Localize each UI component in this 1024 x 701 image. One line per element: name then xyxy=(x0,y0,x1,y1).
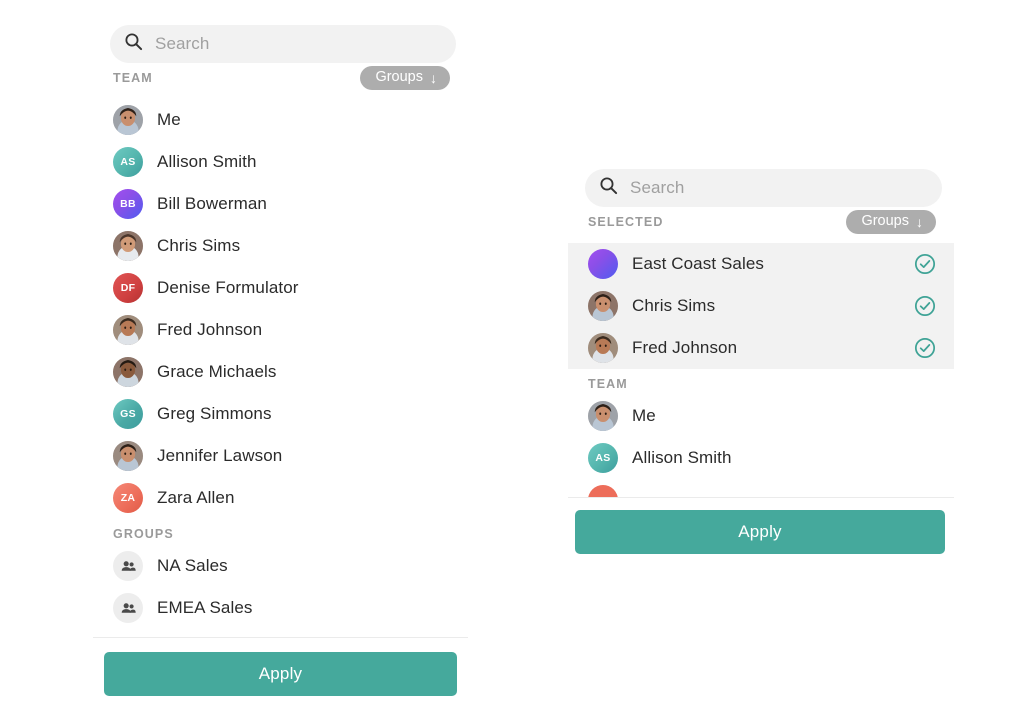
list-item[interactable] xyxy=(568,479,954,497)
groups-toggle-button-left[interactable]: Groups ↓ xyxy=(360,66,450,90)
team-member-list: Me AS Allison Smith BB Bill Bowerman Chris Si… xyxy=(93,99,468,519)
list-item[interactable]: BB Bill Bowerman xyxy=(93,183,468,225)
avatar xyxy=(113,357,143,387)
list-item[interactable]: ZA Zara Allen xyxy=(93,477,468,519)
search-placeholder-right: Search xyxy=(630,178,685,197)
list-item-label: East Coast Sales xyxy=(632,254,764,273)
team-list-right: Me AS Allison Smith xyxy=(568,395,954,497)
list-item[interactable]: AS Allison Smith xyxy=(93,141,468,183)
avatar xyxy=(113,105,143,135)
arrow-down-icon: ↓ xyxy=(430,69,437,86)
team-picker-panel: Search TEAM Groups ↓ Me AS Allison Smith BB… xyxy=(93,14,468,696)
avatar xyxy=(113,315,143,345)
list-item-label: Zara Allen xyxy=(157,488,235,507)
section-title-team: TEAM xyxy=(113,71,153,85)
avatar-initials: ZA xyxy=(113,483,143,513)
avatar xyxy=(113,441,143,471)
list-item[interactable]: East Coast Sales xyxy=(568,243,954,285)
list-item[interactable]: GS Greg Simmons xyxy=(93,393,468,435)
list-item[interactable]: NA Sales xyxy=(93,545,468,587)
list-item[interactable]: Fred Johnson xyxy=(93,309,468,351)
avatar-initials: BB xyxy=(113,189,143,219)
list-item-label: Grace Michaels xyxy=(157,362,277,381)
search-icon xyxy=(599,176,618,200)
avatar-initials: AS xyxy=(588,443,618,473)
list-item[interactable]: Fred Johnson xyxy=(568,327,954,369)
list-item-label: Chris Sims xyxy=(632,296,716,315)
list-item-label: EMEA Sales xyxy=(157,598,253,617)
people-icon xyxy=(113,593,143,623)
list-item-label: Jennifer Lawson xyxy=(157,446,283,465)
search-field-right[interactable]: Search xyxy=(585,169,942,207)
search-placeholder-left: Search xyxy=(155,34,210,53)
avatar xyxy=(113,231,143,261)
avatar xyxy=(588,333,618,363)
panel-footer-left: Apply xyxy=(93,637,468,696)
section-title-team-right: TEAM xyxy=(588,377,628,391)
list-item[interactable]: Jennifer Lawson xyxy=(93,435,468,477)
search-field-left[interactable]: Search xyxy=(110,25,456,63)
groups-list-section: GROUPS NA Sales EMEA Sales xyxy=(93,519,468,629)
list-item[interactable]: AS Allison Smith xyxy=(568,437,954,479)
selected-scroll-area[interactable]: East Coast Sales Chris Sims Fred Johnson T… xyxy=(568,243,954,497)
list-item-label: NA Sales xyxy=(157,556,228,575)
list-item[interactable]: Chris Sims xyxy=(568,285,954,327)
groups-toggle-button-right[interactable]: Groups ↓ xyxy=(846,210,936,234)
section-title-selected: SELECTED xyxy=(588,215,664,229)
avatar xyxy=(588,291,618,321)
list-item-label: Fred Johnson xyxy=(632,338,738,357)
avatar xyxy=(588,401,618,431)
list-item[interactable]: Me xyxy=(568,395,954,437)
check-circle-icon[interactable] xyxy=(914,253,936,275)
team-section-header: TEAM Groups ↓ xyxy=(93,63,468,93)
list-item-label: Me xyxy=(157,110,181,129)
list-item-label: Allison Smith xyxy=(157,152,257,171)
avatar-initials xyxy=(588,485,618,497)
list-item-label: Me xyxy=(632,406,656,425)
group-avatar xyxy=(588,249,618,279)
list-item[interactable]: Grace Michaels xyxy=(93,351,468,393)
list-item[interactable]: Chris Sims xyxy=(93,225,468,267)
screen-root: Search TEAM Groups ↓ Me AS Allison Smith BB… xyxy=(0,0,1024,701)
list-item[interactable]: EMEA Sales xyxy=(93,587,468,629)
selected-picker-panel: Search SELECTED Groups ↓ East Coast Sale… xyxy=(568,160,954,554)
section-title-groups: GROUPS xyxy=(113,527,174,541)
list-item-label: Chris Sims xyxy=(157,236,241,255)
list-item-label: Bill Bowerman xyxy=(157,194,267,213)
list-item-label: Denise Formulator xyxy=(157,278,299,297)
arrow-down-icon: ↓ xyxy=(916,213,923,230)
groups-list: NA Sales EMEA Sales xyxy=(93,545,468,629)
check-circle-icon[interactable] xyxy=(914,295,936,317)
panel-footer-right: Apply xyxy=(568,497,954,554)
people-icon xyxy=(113,551,143,581)
list-item-label: Fred Johnson xyxy=(157,320,263,339)
footer-divider-left xyxy=(93,637,468,638)
apply-button-right[interactable]: Apply xyxy=(575,510,945,554)
groups-toggle-label-right: Groups xyxy=(861,213,909,230)
avatar-initials: AS xyxy=(113,147,143,177)
selected-section-header: SELECTED Groups ↓ xyxy=(568,207,954,237)
footer-divider-right xyxy=(568,497,954,498)
check-circle-icon[interactable] xyxy=(914,337,936,359)
list-item[interactable]: DF Denise Formulator xyxy=(93,267,468,309)
apply-button-left[interactable]: Apply xyxy=(104,652,457,696)
selected-items-list: East Coast Sales Chris Sims Fred Johnson xyxy=(568,243,954,369)
list-item-label: Allison Smith xyxy=(632,448,732,467)
avatar-initials: GS xyxy=(113,399,143,429)
groups-toggle-label-left: Groups xyxy=(375,69,423,86)
avatar-initials: DF xyxy=(113,273,143,303)
list-item[interactable]: Me xyxy=(93,99,468,141)
list-item-label: Greg Simmons xyxy=(157,404,272,423)
search-icon xyxy=(124,32,143,56)
